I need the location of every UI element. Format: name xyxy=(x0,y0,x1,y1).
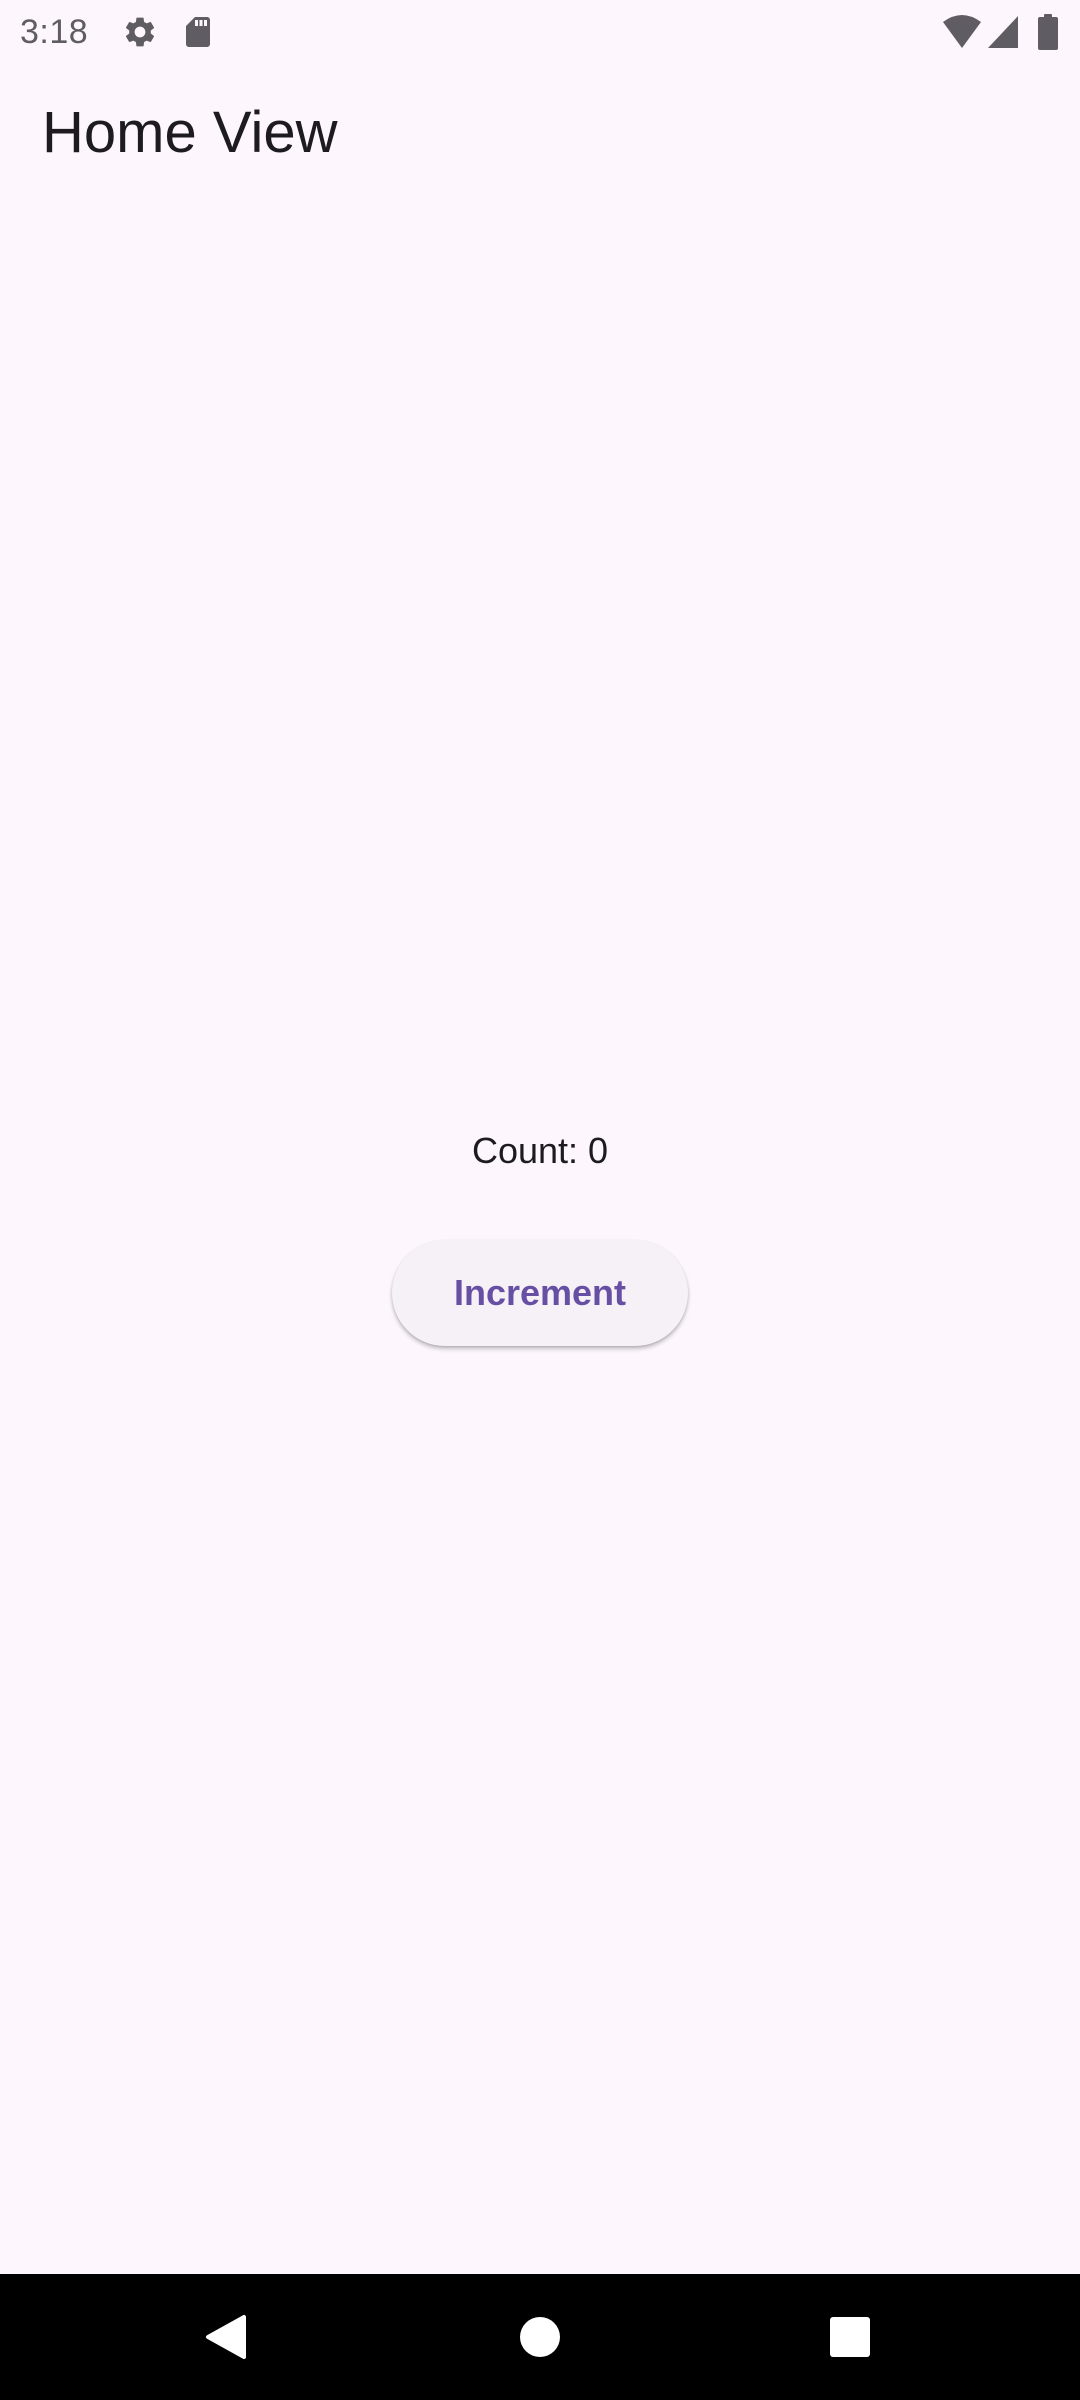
count-text: Count: 0 xyxy=(471,1130,609,1171)
home-icon xyxy=(520,2317,560,2357)
back-button[interactable] xyxy=(146,2274,306,2400)
navigation-bar xyxy=(0,2274,1080,2400)
sd-card-icon xyxy=(186,17,210,47)
battery-icon xyxy=(1038,14,1058,50)
status-time: 3:18 xyxy=(20,13,89,51)
recents-icon xyxy=(830,2317,870,2357)
increment-button[interactable]: Increment xyxy=(392,1240,688,1346)
recents-button[interactable] xyxy=(770,2274,930,2400)
home-button[interactable] xyxy=(460,2274,620,2400)
signal-icon xyxy=(988,16,1018,48)
page-title: Home View xyxy=(42,100,338,165)
app-bar: Home View xyxy=(0,64,1080,204)
gear-icon xyxy=(125,17,155,47)
wifi-icon xyxy=(943,15,981,48)
back-icon xyxy=(206,2315,246,2359)
status-bar: 3:18 xyxy=(0,0,1080,64)
